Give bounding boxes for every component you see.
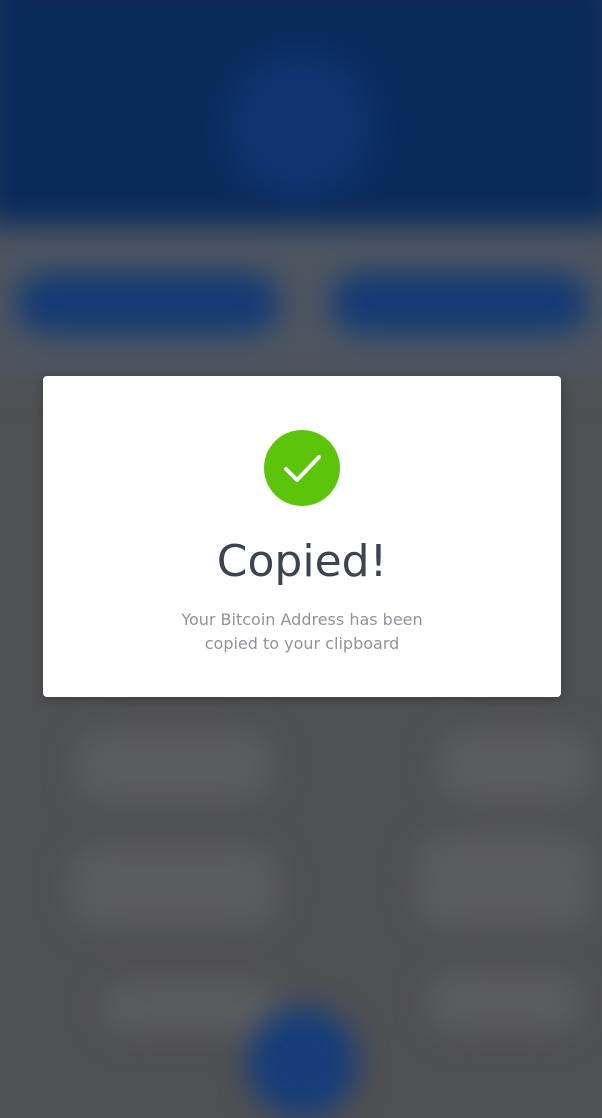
app-header <box>0 0 602 226</box>
background-fab <box>247 1007 358 1118</box>
header-avatar <box>226 51 374 199</box>
dialog-message-line-1: Your Bitcoin Address has been <box>181 610 423 629</box>
background-item <box>68 844 279 929</box>
background-action-button-right <box>331 272 589 334</box>
background-action-button-left <box>16 272 279 334</box>
checkmark-icon <box>284 455 321 482</box>
background-item <box>415 834 594 929</box>
dialog-message: Your Bitcoin Address has been copied to … <box>43 608 561 656</box>
copied-dialog[interactable]: Copied! Your Bitcoin Address has been co… <box>43 376 561 697</box>
background-item <box>436 729 594 803</box>
background-item <box>74 729 274 803</box>
success-badge <box>264 430 340 506</box>
dialog-title: Copied! <box>216 536 388 587</box>
background-item <box>425 970 584 1034</box>
background-item <box>100 981 279 1034</box>
dialog-message-line-2: copied to your clipboard <box>204 634 400 653</box>
